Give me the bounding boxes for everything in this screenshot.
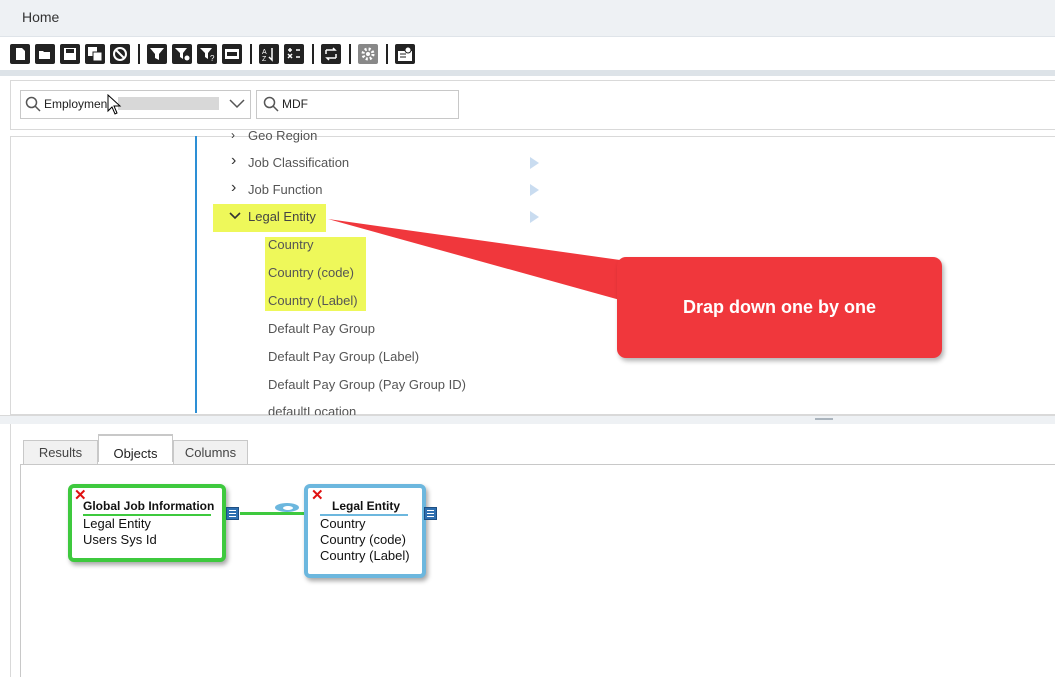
mouse-cursor-icon bbox=[107, 94, 122, 115]
object-field[interactable]: Country (Label) bbox=[320, 548, 410, 563]
tab-columns[interactable]: Columns bbox=[173, 440, 248, 465]
new-document-icon[interactable] bbox=[10, 44, 30, 64]
calculate-icon[interactable] bbox=[284, 44, 304, 64]
join-link-icon-inner bbox=[283, 506, 293, 510]
toolbar-divider bbox=[0, 70, 1055, 76]
report-layout-icon[interactable] bbox=[395, 44, 415, 64]
refresh-icon[interactable] bbox=[321, 44, 341, 64]
search-icon bbox=[263, 96, 279, 112]
tree-item-country[interactable]: Country bbox=[268, 237, 314, 252]
callout-arrow bbox=[328, 219, 620, 300]
date-format-icon[interactable] bbox=[222, 44, 242, 64]
chevron-right-icon[interactable]: › bbox=[231, 153, 236, 169]
chevron-right-icon[interactable]: › bbox=[231, 128, 235, 142]
canvas-border bbox=[20, 465, 21, 677]
splitter-grip[interactable] bbox=[815, 418, 833, 420]
toolbar-separator bbox=[250, 44, 252, 64]
filter-search-value: MDF bbox=[282, 97, 308, 111]
filter-settings-icon[interactable] bbox=[172, 44, 192, 64]
tree-divider-line bbox=[195, 136, 197, 413]
join-connector bbox=[240, 512, 306, 515]
object-title: Legal Entity bbox=[332, 499, 401, 513]
chevron-right-icon[interactable]: › bbox=[231, 180, 236, 196]
tree-item-geo-region[interactable]: Geo Region bbox=[248, 128, 317, 143]
object-field[interactable]: Country (code) bbox=[320, 532, 406, 547]
object-field[interactable]: Users Sys Id bbox=[83, 532, 157, 547]
search-icon bbox=[25, 96, 41, 112]
search-select-grey-text bbox=[118, 97, 219, 110]
chevron-down-icon[interactable] bbox=[229, 99, 245, 109]
tree-item-default-pay-group[interactable]: Default Pay Group bbox=[268, 321, 375, 336]
sort-icon[interactable]: AZ bbox=[259, 44, 279, 64]
open-folder-icon[interactable] bbox=[35, 44, 55, 64]
tabs-underline bbox=[20, 464, 1055, 465]
header-bar bbox=[0, 0, 1055, 37]
toolbar-separator bbox=[138, 44, 140, 64]
tab-objects[interactable]: Objects bbox=[98, 434, 173, 462]
svg-text:Z: Z bbox=[262, 56, 267, 62]
tree-item-default-pay-group-label[interactable]: Default Pay Group (Label) bbox=[268, 349, 419, 364]
add-arrow-icon[interactable] bbox=[530, 157, 539, 169]
object-search-value: Employmen bbox=[44, 97, 108, 111]
toolbar-separator bbox=[349, 44, 351, 64]
save-icon[interactable] bbox=[60, 44, 80, 64]
add-arrow-icon[interactable] bbox=[530, 184, 539, 196]
filter-icon[interactable] bbox=[147, 44, 167, 64]
save-all-icon[interactable] bbox=[85, 44, 105, 64]
settings-icon[interactable] bbox=[358, 44, 378, 64]
tree-item-job-function[interactable]: Job Function bbox=[248, 182, 322, 197]
panel-splitter[interactable] bbox=[0, 415, 1055, 424]
svg-text:A: A bbox=[262, 49, 267, 56]
object-field[interactable]: Legal Entity bbox=[83, 516, 151, 531]
tree-item-legal-entity[interactable]: Legal Entity bbox=[248, 209, 316, 224]
tree-item-job-classification[interactable]: Job Classification bbox=[248, 155, 349, 170]
tab-results[interactable]: Results bbox=[23, 440, 98, 465]
svg-text:?: ? bbox=[210, 54, 215, 62]
table-icon[interactable] bbox=[424, 507, 437, 520]
toolbar: ? AZ bbox=[0, 38, 1055, 72]
callout-text: Drap down one by one bbox=[682, 297, 876, 317]
chevron-down-icon[interactable] bbox=[229, 212, 241, 220]
cancel-icon[interactable] bbox=[110, 44, 130, 64]
object-field[interactable]: Country bbox=[320, 516, 366, 531]
object-title: Global Job Information bbox=[83, 499, 215, 513]
home-tab[interactable]: Home bbox=[22, 9, 59, 25]
table-icon[interactable] bbox=[226, 507, 239, 520]
toolbar-separator bbox=[312, 44, 314, 64]
toolbar-separator bbox=[386, 44, 388, 64]
filter-help-icon[interactable]: ? bbox=[197, 44, 217, 64]
tree-item-default-pay-group-id[interactable]: Default Pay Group (Pay Group ID) bbox=[268, 377, 466, 392]
close-icon[interactable]: ✕ bbox=[311, 488, 324, 503]
